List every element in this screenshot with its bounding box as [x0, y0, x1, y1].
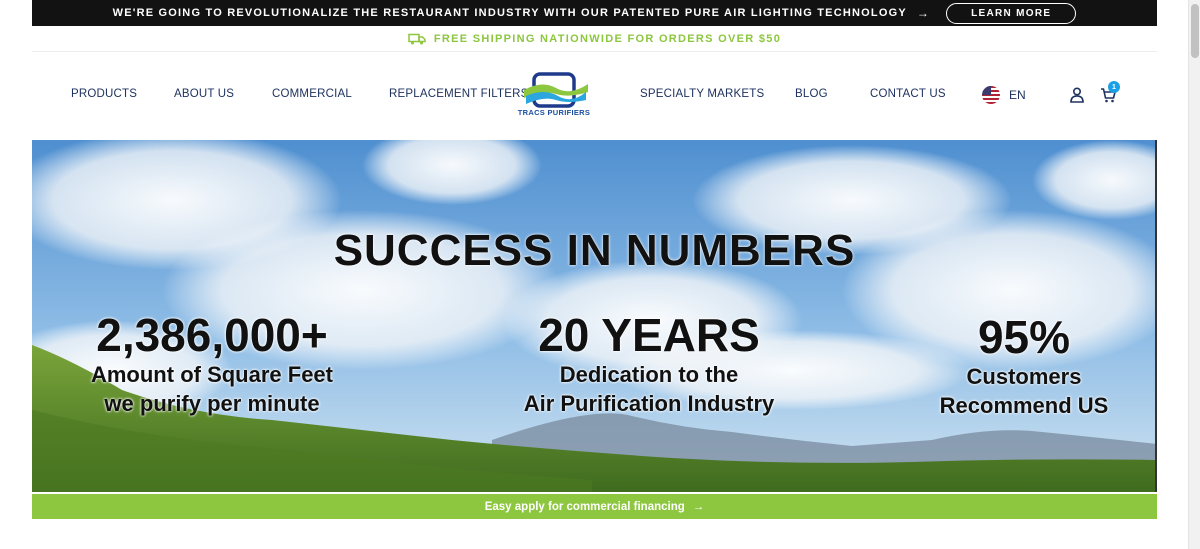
scrollbar-thumb[interactable]	[1191, 4, 1199, 58]
site-logo[interactable]: TRACS PURIFIERS	[510, 72, 598, 120]
stat-description-line1: Dedication to the	[559, 362, 739, 387]
learn-more-button[interactable]: LEARN MORE	[946, 2, 1077, 24]
stat-description-line2: Recommend US	[939, 393, 1109, 418]
stat-number: 20 YEARS	[538, 309, 760, 361]
shipping-bar: FREE SHIPPING NATIONWIDE FOR ORDERS OVER…	[32, 26, 1157, 52]
logo-mark-icon	[524, 72, 588, 108]
nav-item-commercial[interactable]: COMMERCIAL	[272, 88, 352, 100]
stat-recommend: 95% Customers Recommend US	[894, 312, 1154, 420]
stat-description-line1: Amount of Square Feet	[90, 362, 333, 387]
logo-text: TRACS PURIFIERS	[517, 108, 591, 117]
user-account-icon[interactable]	[1070, 87, 1084, 103]
financing-bar[interactable]: Easy apply for commercial financing →	[32, 494, 1157, 519]
stat-description-line2: we purify per minute	[104, 391, 320, 416]
arrow-right-icon: →	[692, 500, 705, 513]
stat-square-feet: 2,386,000+ Amount of Square Feet we puri…	[52, 310, 372, 418]
announcement-text: WE'RE GOING TO REVOLUTIONALIZE THE RESTA…	[112, 7, 907, 19]
main-nav: PRODUCTS ABOUT US COMMERCIAL REPLACEMENT…	[32, 52, 1157, 140]
stat-number: 95%	[977, 311, 1071, 363]
stat-description-line1: Customers	[966, 364, 1082, 389]
arrow-right-icon: →	[916, 6, 931, 20]
nav-item-blog[interactable]: BLOG	[795, 88, 828, 100]
financing-link[interactable]: Easy apply for commercial financing	[485, 501, 685, 513]
nav-item-products[interactable]: PRODUCTS	[71, 88, 137, 100]
stat-years: 20 YEARS Dedication to the Air Purificat…	[489, 310, 809, 418]
nav-item-contact-us[interactable]: CONTACT US	[870, 88, 946, 100]
shipping-text: FREE SHIPPING NATIONWIDE FOR ORDERS OVER…	[433, 32, 782, 45]
page-scrollbar[interactable]	[1188, 0, 1200, 549]
language-selector[interactable]: EN	[1009, 88, 1026, 102]
announcement-bar: WE'RE GOING TO REVOLUTIONALIZE THE RESTA…	[32, 0, 1157, 26]
nav-item-about-us[interactable]: ABOUT US	[174, 88, 234, 100]
hero-banner: SUCCESS IN NUMBERS 2,386,000+ Amount of …	[32, 140, 1157, 492]
hero-title: SUCCESS IN NUMBERS	[333, 226, 856, 275]
nav-item-replacement-filters[interactable]: REPLACEMENT FILTERS	[389, 88, 529, 100]
truck-icon	[408, 33, 426, 44]
us-flag-icon[interactable]	[982, 86, 1000, 104]
stat-number: 2,386,000+	[96, 309, 328, 361]
nav-item-specialty-markets[interactable]: SPECIALTY MARKETS	[640, 88, 764, 100]
page: WE'RE GOING TO REVOLUTIONALIZE THE RESTA…	[0, 0, 1200, 549]
site-container: WE'RE GOING TO REVOLUTIONALIZE THE RESTA…	[32, 0, 1157, 519]
cart-count-badge: 1	[1108, 81, 1120, 93]
stat-description-line2: Air Purification Industry	[523, 391, 775, 416]
